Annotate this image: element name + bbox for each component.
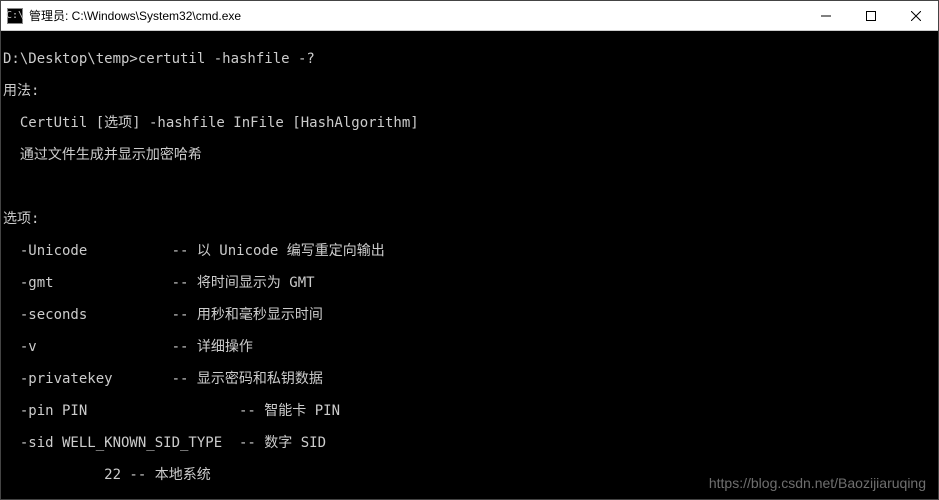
prompt-line: D:\Desktop\temp>certutil -hashfile -? — [3, 51, 936, 67]
usage-syntax: CertUtil [选项] -hashfile InFile [HashAlgo… — [3, 115, 936, 131]
window-controls — [803, 1, 938, 30]
minimize-button[interactable] — [803, 1, 848, 30]
maximize-icon — [866, 11, 876, 21]
close-button[interactable] — [893, 1, 938, 30]
cmd-window: C:\ 管理员: C:\Windows\System32\cmd.exe D:\… — [0, 0, 939, 500]
cmd-icon: C:\ — [7, 8, 23, 24]
option-privatekey: -privatekey -- 显示密码和私钥数据 — [3, 371, 936, 387]
option-seconds: -seconds -- 用秒和毫秒显示时间 — [3, 307, 936, 323]
close-icon — [911, 11, 921, 21]
window-title: 管理员: C:\Windows\System32\cmd.exe — [29, 7, 803, 24]
usage-label: 用法: — [3, 83, 936, 99]
option-v: -v -- 详细操作 — [3, 339, 936, 355]
option-unicode: -Unicode -- 以 Unicode 编写重定向输出 — [3, 243, 936, 259]
options-label: 选项: — [3, 211, 936, 227]
blank-line — [3, 179, 936, 195]
prompt: D:\Desktop\temp> — [3, 51, 138, 67]
minimize-icon — [821, 11, 831, 21]
usage-description: 通过文件生成并显示加密哈希 — [3, 147, 936, 163]
watermark: https://blog.csdn.net/Baozijiaruqing — [709, 475, 926, 491]
maximize-button[interactable] — [848, 1, 893, 30]
titlebar[interactable]: C:\ 管理员: C:\Windows\System32\cmd.exe — [1, 1, 938, 31]
option-sid: -sid WELL_KNOWN_SID_TYPE -- 数字 SID — [3, 435, 936, 451]
command-text: certutil -hashfile -? — [138, 51, 315, 67]
option-pin: -pin PIN -- 智能卡 PIN — [3, 403, 936, 419]
option-gmt: -gmt -- 将时间显示为 GMT — [3, 275, 936, 291]
terminal-output[interactable]: D:\Desktop\temp>certutil -hashfile -? 用法… — [1, 31, 938, 499]
